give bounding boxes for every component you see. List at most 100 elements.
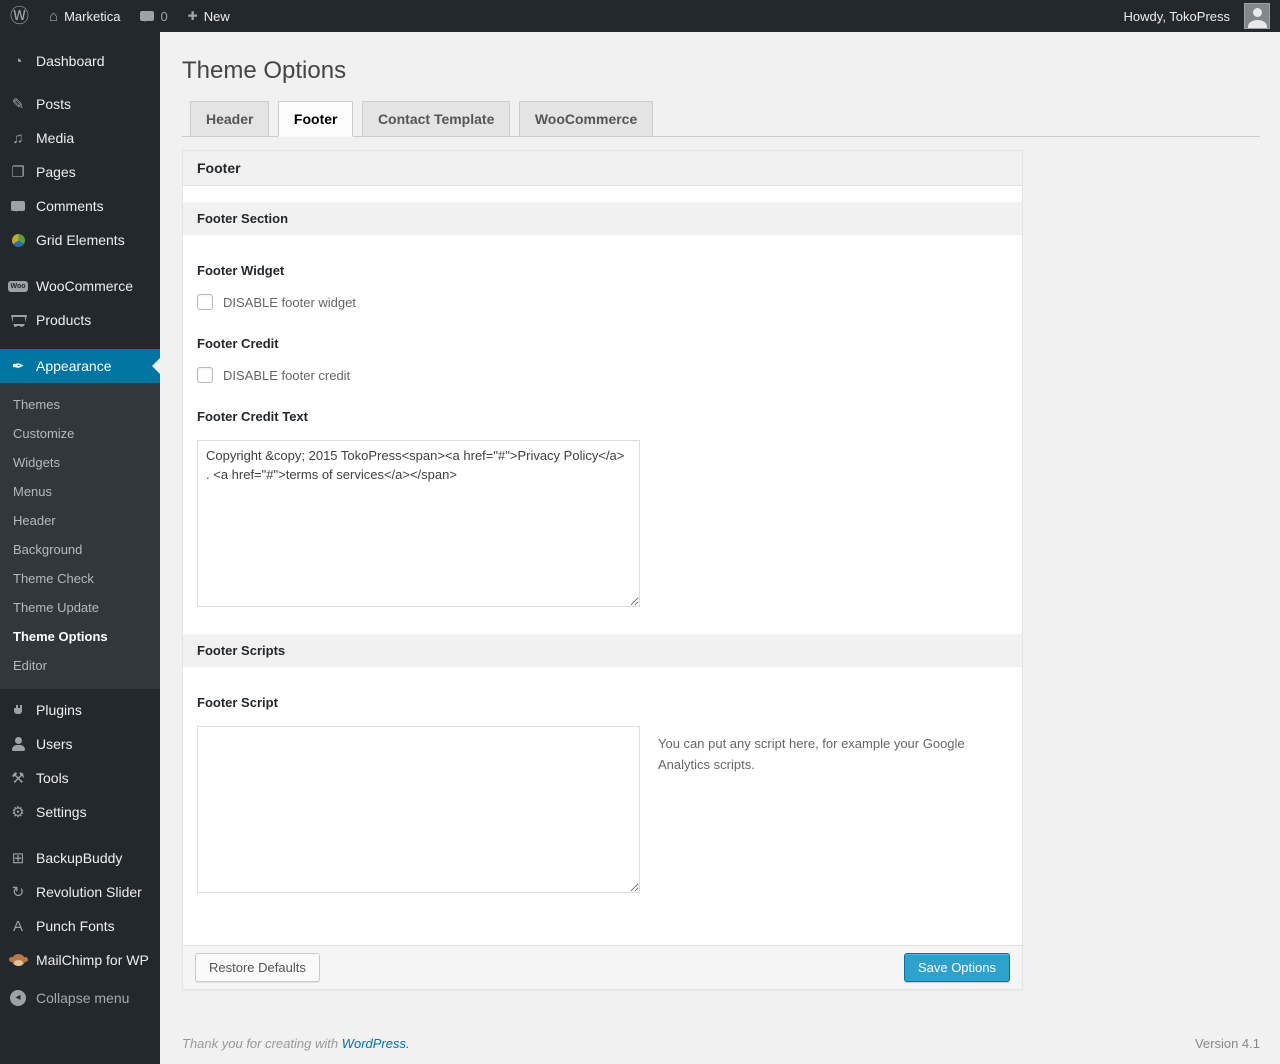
footer-widget-label: Footer Widget	[197, 263, 285, 279]
sidebar-item-mailchimp[interactable]: MailChimp for WP	[0, 943, 160, 977]
tab-contact-template[interactable]: Contact Template	[361, 101, 511, 138]
site-name-menu[interactable]: ⌂ Marketica	[39, 0, 130, 32]
section-body-footer-scripts: Footer Script You can put any script her…	[183, 667, 1022, 946]
home-icon: ⌂	[49, 7, 59, 25]
wordpress-link[interactable]: WordPress.	[342, 1036, 410, 1051]
tools-icon: ⚒	[11, 769, 25, 787]
sidebar-item-label: Comments	[36, 198, 104, 214]
restore-defaults-button[interactable]: Restore Defaults	[195, 953, 320, 983]
sidebar-item-punch-fonts[interactable]: A Punch Fonts	[0, 909, 160, 943]
submenu-item-customize[interactable]: Customize	[0, 419, 160, 448]
sidebar-item-posts[interactable]: ✎ Posts	[0, 87, 160, 121]
plug-icon	[8, 703, 28, 717]
sidebar-item-label: Media	[36, 130, 75, 146]
submenu-item-header[interactable]: Header	[0, 506, 160, 535]
footer-script-textarea[interactable]	[197, 726, 640, 894]
submenu-item-menus[interactable]: Menus	[0, 477, 160, 506]
sidebar-item-label: Grid Elements	[36, 232, 125, 248]
settings-icon: ⚙	[11, 803, 25, 821]
woocommerce-badge-icon: Woo	[8, 280, 28, 292]
pushpin-icon: ✎	[11, 95, 25, 113]
sidebar-item-users[interactable]: Users	[0, 727, 160, 761]
sidebar-item-label: Plugins	[36, 702, 82, 718]
sidebar-item-pages[interactable]: ❐ Pages	[0, 155, 160, 189]
admin-bar-right: Howdy, TokoPress	[1114, 0, 1280, 32]
grid-elements-pinwheel-icon	[8, 233, 28, 247]
avatar	[1244, 3, 1270, 29]
cart-icon	[8, 313, 28, 327]
save-options-button[interactable]: Save Options	[903, 953, 1010, 983]
disable-footer-credit-option[interactable]: DISABLE footer credit	[197, 367, 1008, 384]
panel-header-footer: Footer	[183, 151, 1022, 187]
panel-footer: Restore Defaults Save Options	[183, 945, 1022, 990]
sidebar-item-plugins[interactable]: Plugins	[0, 693, 160, 727]
howdy-text: Howdy, TokoPress	[1123, 8, 1230, 24]
disable-footer-widget-text: DISABLE footer widget	[223, 294, 356, 310]
admin-menu: ◔ Dashboard ✎ Posts ♫ Media ❐ Pages Comm…	[0, 32, 160, 1064]
appearance-submenu: Themes Customize Widgets Menus Header Ba…	[0, 383, 160, 689]
pages-icon: ❐	[11, 163, 25, 181]
footer-credit-text-textarea[interactable]: Copyright &copy; 2015 TokoPress<span><a …	[197, 440, 640, 608]
my-account-menu[interactable]: Howdy, TokoPress	[1114, 0, 1274, 32]
submenu-item-editor[interactable]: Editor	[0, 651, 160, 680]
section-title-footer-scripts: Footer Scripts	[183, 634, 1022, 668]
sidebar-item-label: Revolution Slider	[36, 884, 142, 900]
sidebar-item-label: Collapse menu	[36, 990, 130, 1006]
main-content: Theme Options Header Footer Contact Temp…	[160, 32, 1280, 1064]
letter-a-icon: A	[12, 917, 23, 935]
user-icon	[8, 737, 28, 751]
sidebar-item-label: WooCommerce	[36, 278, 133, 294]
comments-icon	[8, 201, 28, 212]
sidebar-item-label: Posts	[36, 96, 72, 112]
refresh-arrows-icon: ↻	[11, 883, 25, 901]
submenu-item-theme-update[interactable]: Theme Update	[0, 593, 160, 622]
submenu-item-theme-check[interactable]: Theme Check	[0, 564, 160, 593]
section-body-footer-section: Footer Widget DISABLE footer widget Foot…	[183, 235, 1022, 635]
sidebar-item-appearance[interactable]: ✒ Appearance	[0, 349, 160, 383]
sidebar-item-media[interactable]: ♫ Media	[0, 121, 160, 155]
version-text: Version 4.1	[1194, 1036, 1260, 1051]
submenu-item-theme-options[interactable]: Theme Options	[0, 622, 160, 651]
monkey-icon	[8, 954, 28, 966]
sidebar-item-label: Users	[36, 736, 73, 752]
sidebar-item-settings[interactable]: ⚙ Settings	[0, 795, 160, 829]
sidebar-item-label: MailChimp for WP	[36, 952, 149, 968]
disable-footer-widget-option[interactable]: DISABLE footer widget	[197, 294, 1008, 311]
comments-count: 0	[160, 8, 168, 24]
submenu-item-widgets[interactable]: Widgets	[0, 448, 160, 477]
disable-footer-credit-text: DISABLE footer credit	[223, 367, 351, 383]
sidebar-item-woocommerce[interactable]: Woo WooCommerce	[0, 269, 160, 303]
section-title-footer-section: Footer Section	[183, 202, 1022, 236]
new-content-menu[interactable]: ✚ New	[178, 0, 240, 32]
sidebar-item-label: Appearance	[36, 358, 112, 374]
disable-footer-credit-checkbox[interactable]	[197, 367, 213, 384]
sidebar-item-dashboard[interactable]: ◔ Dashboard	[0, 44, 160, 78]
sidebar-item-comments[interactable]: Comments	[0, 189, 160, 223]
sidebar-item-collapse-menu[interactable]: ◂ Collapse menu	[0, 981, 160, 1015]
plus-icon: ✚	[187, 9, 198, 23]
sidebar-item-tools[interactable]: ⚒ Tools	[0, 761, 160, 795]
tab-woocommerce[interactable]: WooCommerce	[518, 101, 654, 138]
field-footer-script: Footer Script You can put any script her…	[197, 695, 1008, 894]
sidebar-item-revolution-slider[interactable]: ↻ Revolution Slider	[0, 875, 160, 909]
comments-bubble-icon	[140, 11, 155, 22]
disable-footer-widget-checkbox[interactable]	[197, 294, 213, 311]
tab-header[interactable]: Header	[190, 101, 270, 138]
sidebar-item-label: Punch Fonts	[36, 918, 115, 934]
backup-device-icon: ⊞	[11, 849, 25, 867]
sidebar-item-label: Products	[36, 312, 92, 328]
sidebar-item-backupbuddy[interactable]: ⊞ BackupBuddy	[0, 841, 160, 875]
comments-menu[interactable]: 0	[130, 0, 177, 32]
theme-options-panel: Footer Footer Section Footer Widget DISA…	[182, 150, 1023, 991]
sidebar-item-grid-elements[interactable]: Grid Elements	[0, 223, 160, 257]
field-footer-credit: Footer Credit DISABLE footer credit	[197, 336, 1008, 384]
collapse-arrow-icon: ◂	[8, 990, 28, 1006]
wp-logo-menu[interactable]: Ⓦ	[0, 0, 39, 32]
footer-script-label: Footer Script	[197, 695, 278, 711]
wordpress-logo-icon: Ⓦ	[10, 5, 30, 27]
page-title: Theme Options	[182, 57, 347, 84]
submenu-item-background[interactable]: Background	[0, 535, 160, 564]
tab-footer[interactable]: Footer	[277, 101, 354, 138]
submenu-item-themes[interactable]: Themes	[0, 390, 160, 419]
sidebar-item-products[interactable]: Products	[0, 303, 160, 337]
